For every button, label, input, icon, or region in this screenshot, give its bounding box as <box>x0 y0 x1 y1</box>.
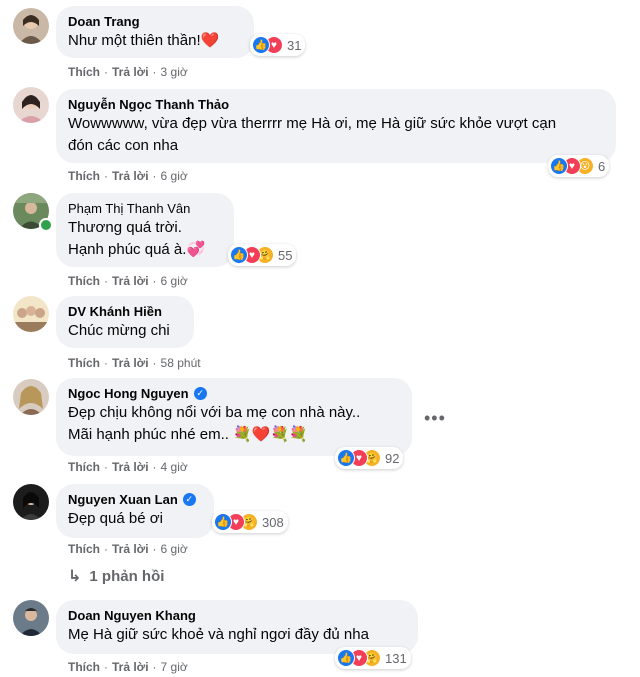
comment-bubble: DV Khánh Hiền Chúc mừng chi <box>56 296 194 348</box>
reaction-count: 92 <box>385 450 400 466</box>
like-reaction-icon: 👍 <box>550 157 568 175</box>
flowers-emoji: 💐❤️💐💐 <box>233 426 308 443</box>
comment-text: Đẹp quá bé ơi <box>68 510 163 527</box>
author-name[interactable]: Nguyen Xuan Lan ✓ <box>68 491 202 508</box>
comment-bubble: Nguyen Xuan Lan ✓ Đẹp quá bé ơi <box>56 484 214 538</box>
reply-button[interactable]: Trả lời <box>112 459 149 475</box>
comment-bubble: Doan Trang Như một thiên thần!❤️ <box>56 6 254 58</box>
like-button[interactable]: Thích <box>68 659 100 675</box>
like-button[interactable]: Thích <box>68 459 100 475</box>
comment-text: Wowwwww, vừa đẹp vừa therrrr mẹ Hà ơi, m… <box>68 115 557 154</box>
comment-actions: Thích · Trả lời · 6 giờ <box>68 541 188 557</box>
verified-badge-icon: ✓ <box>193 387 207 400</box>
reaction-summary[interactable]: 👍 ♥ 🤗 308 <box>212 511 288 533</box>
comment-bubble: Ngoc Hong Nguyen ✓ Đẹp chịu không nổi với… <box>56 378 412 456</box>
reaction-summary[interactable]: 👍 ♥ 31 <box>250 34 306 56</box>
reaction-count: 31 <box>287 37 302 53</box>
reply-button[interactable]: Trả lời <box>112 64 149 80</box>
timestamp[interactable]: 4 giờ <box>161 459 188 475</box>
reply-button[interactable]: Trả lời <box>112 541 149 557</box>
like-button[interactable]: Thích <box>68 541 100 557</box>
timestamp[interactable]: 7 giờ <box>161 659 188 675</box>
like-reaction-icon: 👍 <box>337 449 355 467</box>
reaction-summary[interactable]: 👍 ♥ 😮 6 <box>548 155 610 177</box>
comment-actions: Thích · Trả lời · 7 giờ <box>68 659 188 675</box>
heart-emoji: ❤️ <box>200 32 220 49</box>
comment-text: Như một thiên thần! <box>68 32 201 49</box>
verified-badge-icon: ✓ <box>182 493 196 506</box>
more-horizontal-icon[interactable]: ••• <box>424 408 446 429</box>
online-status-dot <box>39 218 53 232</box>
like-reaction-icon: 👍 <box>337 649 355 667</box>
timestamp[interactable]: 58 phút <box>161 355 201 371</box>
comment-bubble: Doan Nguyen Khang Mẹ Hà giữ sức khoẻ và … <box>56 600 418 654</box>
comment-text: Thương quá trời. Hạnh phúc quá à. <box>68 219 187 258</box>
avatar[interactable] <box>13 379 49 415</box>
timestamp[interactable]: 6 giờ <box>161 541 188 557</box>
reaction-summary[interactable]: 👍 ♥ 🤗 92 <box>335 447 404 469</box>
like-button[interactable]: Thích <box>68 355 100 371</box>
like-button[interactable]: Thích <box>68 64 100 80</box>
avatar[interactable] <box>13 296 49 332</box>
hearts-emoji: 💞 <box>186 241 206 258</box>
like-reaction-icon: 👍 <box>214 513 232 531</box>
reaction-summary[interactable]: 👍 ♥ 🤗 55 <box>228 244 297 266</box>
avatar[interactable] <box>13 484 49 520</box>
comment-actions: Thích · Trả lời · 58 phút <box>68 355 201 371</box>
author-name[interactable]: Phạm Thị Thanh Vân <box>68 200 222 217</box>
comment-actions: Thích · Trả lời · 6 giờ <box>68 168 188 184</box>
comment-bubble: Phạm Thị Thanh Vân Thương quá trời. Hạnh… <box>56 193 234 267</box>
timestamp[interactable]: 6 giờ <box>161 168 188 184</box>
like-reaction-icon: 👍 <box>252 36 270 54</box>
like-button[interactable]: Thích <box>68 168 100 184</box>
reaction-count: 6 <box>598 158 606 174</box>
reaction-count: 55 <box>278 247 293 263</box>
author-name[interactable]: DV Khánh Hiền <box>68 303 182 320</box>
avatar[interactable] <box>13 8 49 44</box>
timestamp[interactable]: 6 giờ <box>161 273 188 289</box>
reply-arrow-icon: ↳ <box>68 568 82 585</box>
view-replies-link[interactable]: ↳ 1 phản hồi <box>68 566 164 586</box>
like-reaction-icon: 👍 <box>230 246 248 264</box>
comment-actions: Thích · Trả lời · 4 giờ <box>68 459 188 475</box>
comment-actions: Thích · Trả lời · 6 giờ <box>68 273 188 289</box>
author-name[interactable]: Nguyễn Ngọc Thanh Thảo <box>68 96 604 113</box>
reply-button[interactable]: Trả lời <box>112 273 149 289</box>
reaction-count: 131 <box>385 650 407 666</box>
comment-actions: Thích · Trả lời · 3 giờ <box>68 64 188 80</box>
like-button[interactable]: Thích <box>68 273 100 289</box>
reaction-count: 308 <box>262 514 284 530</box>
reply-button[interactable]: Trả lời <box>112 168 149 184</box>
reply-button[interactable]: Trả lời <box>112 659 149 675</box>
author-name[interactable]: Ngoc Hong Nguyen ✓ <box>68 385 400 402</box>
avatar[interactable] <box>13 600 49 636</box>
reaction-summary[interactable]: 👍 ♥ 🤗 131 <box>335 647 411 669</box>
avatar[interactable] <box>13 87 49 123</box>
timestamp[interactable]: 3 giờ <box>161 64 188 80</box>
author-name[interactable]: Doan Trang <box>68 13 242 30</box>
comment-text: Mẹ Hà giữ sức khoẻ và nghỉ ngơi đầy đủ n… <box>68 626 369 643</box>
reply-button[interactable]: Trả lời <box>112 355 149 371</box>
comment-text: Chúc mừng chi <box>68 322 170 339</box>
comment-text: Đẹp chịu không nổi với ba mẹ con nhà này… <box>68 404 361 443</box>
author-name[interactable]: Doan Nguyen Khang <box>68 607 406 624</box>
comment-bubble: Nguyễn Ngọc Thanh Thảo Wowwwww, vừa đẹp … <box>56 89 616 163</box>
